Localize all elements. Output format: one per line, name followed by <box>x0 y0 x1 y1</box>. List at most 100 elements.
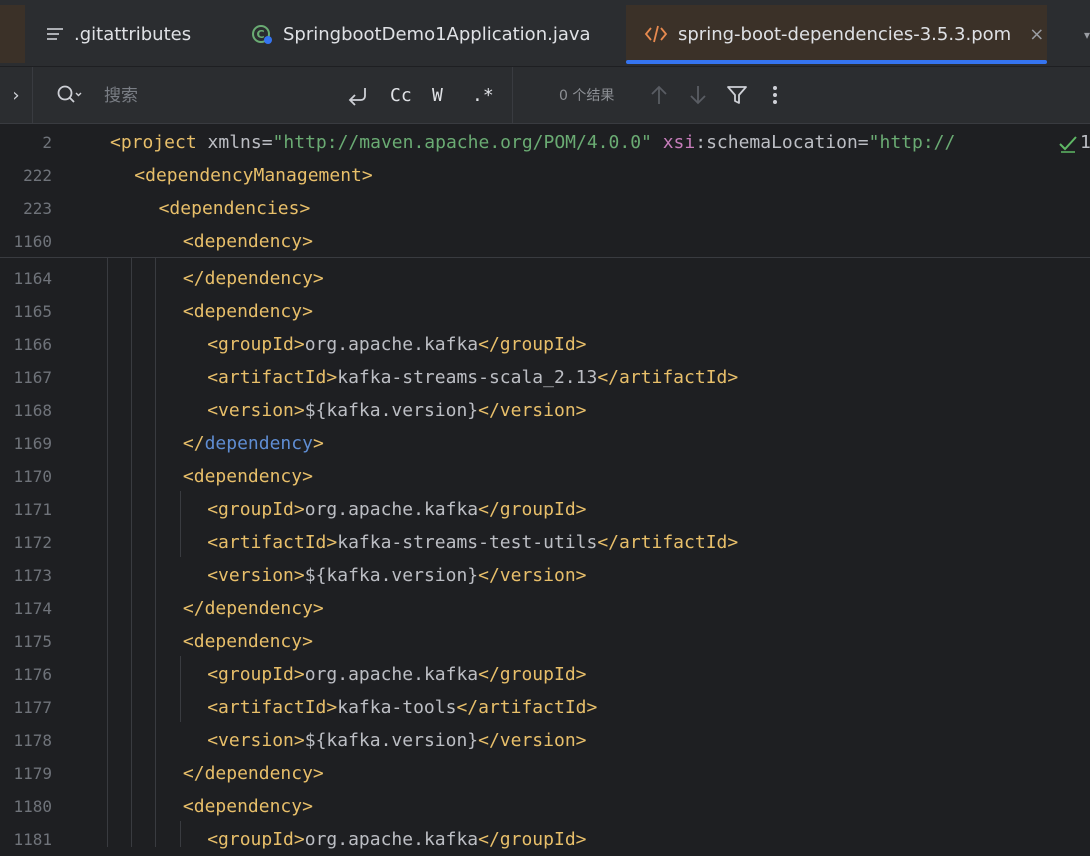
code-token: <dependency> <box>182 796 313 817</box>
code-editor[interactable]: 1164 </dependency> 1165 <dependency> 1166 <gr… <box>0 124 1090 850</box>
code-token: </groupId> <box>478 664 587 685</box>
code-content: <dependency> <box>183 631 313 652</box>
tab-gitattributes[interactable]: .gitattributes <box>46 5 191 63</box>
code-line[interactable]: 1180 <dependency> <box>0 790 1090 823</box>
line-number[interactable]: 1169 <box>0 434 52 453</box>
code-token: <artifactId> <box>207 697 338 718</box>
code-line[interactable]: 1177 <artifactId>kafka-tools</artifactId> <box>0 691 1090 724</box>
code-content: </dependency> <box>183 433 324 454</box>
line-number[interactable]: 223 <box>0 199 52 218</box>
line-number[interactable]: 1176 <box>0 665 52 684</box>
inspection-count: 1 <box>1080 132 1090 153</box>
code-line[interactable]: 1176 <groupId>org.apache.kafka</groupId> <box>0 658 1090 691</box>
code-content: <artifactId>kafka-streams-scala_2.13</ar… <box>207 367 738 388</box>
more-options-kebab-icon[interactable] <box>763 83 787 107</box>
line-number[interactable]: 2 <box>0 133 52 152</box>
find-in-file-bar: › Cc W .* 0 个结果 <box>0 67 1090 124</box>
code-token: <version> <box>207 400 305 421</box>
line-number[interactable]: 1167 <box>0 368 52 387</box>
code-line[interactable]: 2 <project xmlns="http://maven.apache.org… <box>0 126 1090 159</box>
code-line[interactable]: 1173 <version>${kafka.version}</version> <box>0 559 1090 592</box>
code-line[interactable]: 1175 <dependency> <box>0 625 1090 658</box>
next-occurrence-arrow-down-icon[interactable] <box>686 83 710 107</box>
filter-icon[interactable] <box>725 83 749 107</box>
code-content: </dependency> <box>183 763 324 784</box>
code-line[interactable]: 223 <dependencies> <box>0 192 1090 225</box>
line-number[interactable]: 1175 <box>0 632 52 651</box>
code-line[interactable]: 1178 <version>${kafka.version}</version> <box>0 724 1090 757</box>
code-token: <version> <box>207 565 305 586</box>
code-line[interactable]: 222 <dependencyManagement> <box>0 159 1090 192</box>
code-token: </dependency> <box>182 763 324 784</box>
search-input[interactable] <box>102 81 326 111</box>
code-token: </artifactId> <box>456 697 598 718</box>
code-token: </artifactId> <box>597 367 739 388</box>
code-line[interactable]: 1174 </dependency> <box>0 592 1090 625</box>
tab-overflow-chevron-icon[interactable]: ▾ <box>1084 28 1090 42</box>
code-content: <version>${kafka.version}</version> <box>207 400 586 421</box>
code-line[interactable]: 1181 <groupId>org.apache.kafka</groupId> <box>0 823 1090 856</box>
text-file-icon <box>46 26 64 42</box>
tab-spring-boot-dependencies-pom[interactable]: spring-boot-dependencies-3.5.3.pom × <box>626 5 1047 63</box>
code-content: <dependency> <box>183 466 313 487</box>
code-token: "http://maven.apache.org/POM/4.0.0" <box>272 132 652 153</box>
new-line-toggle-icon[interactable] <box>346 81 370 109</box>
code-line[interactable]: 1165 <dependency> <box>0 295 1090 328</box>
code-line[interactable]: 1169 </dependency> <box>0 427 1090 460</box>
line-number[interactable]: 1181 <box>0 830 52 849</box>
code-token: ${kafka.version} <box>304 565 479 586</box>
regex-toggle[interactable]: .* <box>472 81 494 109</box>
code-line[interactable]: 1160 <dependency> <box>0 225 1090 258</box>
code-content: </dependency> <box>183 598 324 619</box>
line-number[interactable]: 1170 <box>0 467 52 486</box>
line-number[interactable]: 1174 <box>0 599 52 618</box>
code-line[interactable]: 1179 </dependency> <box>0 757 1090 790</box>
whole-words-toggle[interactable]: W <box>432 81 443 109</box>
code-line[interactable]: 1171 <groupId>org.apache.kafka</groupId> <box>0 493 1090 526</box>
line-number[interactable]: 1178 <box>0 731 52 750</box>
line-number[interactable]: 1179 <box>0 764 52 783</box>
no-problems-check-icon[interactable] <box>1058 134 1078 159</box>
tab-springboot-application[interactable]: C SpringbootDemo1Application.java <box>251 5 591 63</box>
code-content: <dependency> <box>183 796 313 817</box>
xml-file-icon <box>644 25 668 43</box>
code-token: <project <box>110 132 208 153</box>
tab-label: spring-boot-dependencies-3.5.3.pom <box>678 23 1012 45</box>
code-token: </groupId> <box>478 499 587 520</box>
code-token: = <box>857 132 869 153</box>
line-number[interactable]: 1172 <box>0 533 52 552</box>
line-number[interactable]: 1168 <box>0 401 52 420</box>
line-number[interactable]: 1173 <box>0 566 52 585</box>
code-token: > <box>312 433 324 454</box>
match-case-toggle[interactable]: Cc <box>390 81 412 109</box>
code-token: </version> <box>478 730 587 751</box>
expand-replace-chevron-icon[interactable]: › <box>0 67 33 123</box>
code-token: kafka-tools <box>337 697 457 718</box>
line-number[interactable]: 1164 <box>0 269 52 288</box>
line-number[interactable]: 1177 <box>0 698 52 717</box>
search-divider <box>512 67 513 123</box>
code-content: <groupId>org.apache.kafka</groupId> <box>207 334 586 355</box>
code-line[interactable]: 1168 <version>${kafka.version}</version> <box>0 394 1090 427</box>
editor-tab-bar: .gitattributes C SpringbootDemo1Applicat… <box>0 0 1090 67</box>
close-tab-icon[interactable]: × <box>1029 24 1044 45</box>
line-number[interactable]: 1160 <box>0 232 52 251</box>
line-number[interactable]: 1180 <box>0 797 52 816</box>
code-line[interactable]: 1166 <groupId>org.apache.kafka</groupId> <box>0 328 1090 361</box>
tab-label: .gitattributes <box>74 23 192 45</box>
search-history-icon[interactable] <box>56 83 84 111</box>
line-number[interactable]: 1165 <box>0 302 52 321</box>
sticky-scroll-header[interactable]: 2 <project xmlns="http://maven.apache.org… <box>0 124 1090 258</box>
line-number[interactable]: 1166 <box>0 335 52 354</box>
code-content: <dependencyManagement> <box>134 165 372 186</box>
code-line[interactable]: 1164 </dependency> <box>0 262 1090 295</box>
code-content: </dependency> <box>183 268 324 289</box>
code-line[interactable]: 1167 <artifactId>kafka-streams-scala_2.13… <box>0 361 1090 394</box>
previous-occurrence-arrow-up-icon[interactable] <box>647 83 671 107</box>
previous-tab-stub[interactable] <box>0 5 25 63</box>
code-line[interactable]: 1170 <dependency> <box>0 460 1090 493</box>
code-line[interactable]: 1172 <artifactId>kafka-streams-test-utils… <box>0 526 1090 559</box>
code-token: <groupId> <box>207 334 305 355</box>
line-number[interactable]: 1171 <box>0 500 52 519</box>
line-number[interactable]: 222 <box>0 166 52 185</box>
